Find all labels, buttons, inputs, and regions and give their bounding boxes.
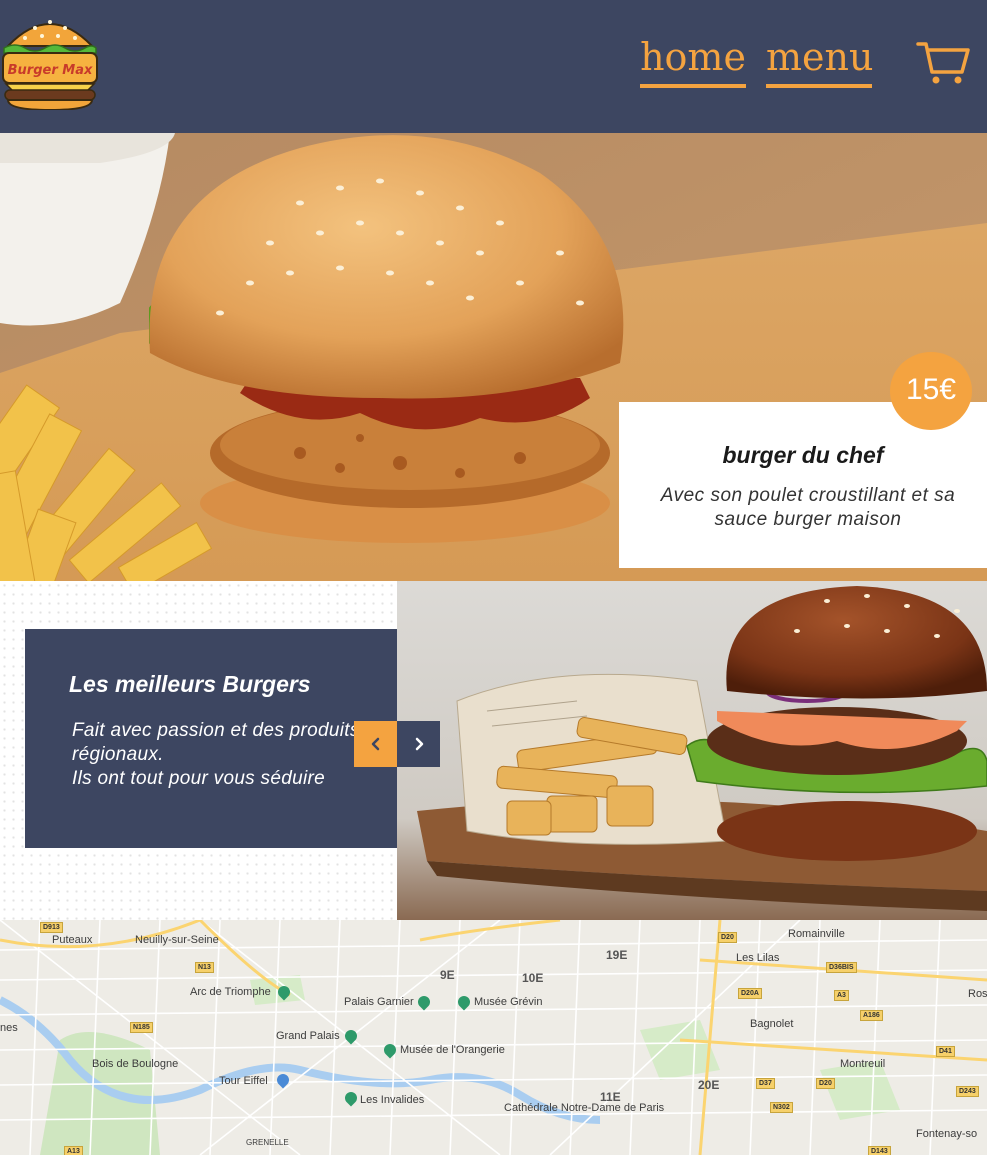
map-place-label: Grand Palais xyxy=(276,1030,340,1042)
road-badge: D243 xyxy=(956,1086,979,1097)
logo-text: Burger Max xyxy=(8,63,93,78)
map-place-label: Romainville xyxy=(788,928,845,940)
nav-home-link[interactable]: home xyxy=(640,34,746,88)
district-label: 11E xyxy=(600,1090,621,1104)
road-badge: D36BIS xyxy=(826,962,857,973)
road-badge: A186 xyxy=(860,1010,883,1021)
district-label: 10E xyxy=(522,971,544,985)
feature-title: Les meilleurs Burgers xyxy=(69,671,311,697)
road-badge: N185 xyxy=(130,1022,153,1033)
road-badge: A3 xyxy=(834,990,849,1001)
road-badge: D20A xyxy=(738,988,762,999)
road-badge: D20 xyxy=(816,1078,835,1089)
map-place-label: Les Lilas xyxy=(736,952,780,964)
road-badge: D37 xyxy=(756,1078,775,1089)
price-badge: 15€ xyxy=(890,352,972,430)
burger-max-logo[interactable]: Burger Max xyxy=(0,6,100,112)
product-title: burger du chef xyxy=(722,442,884,468)
map-place-label: Bois de Boulogne xyxy=(92,1058,179,1070)
map-place-label: Musée de l'Orangerie xyxy=(400,1044,505,1056)
map-place-label: Ros xyxy=(968,988,987,1000)
road-badge: D41 xyxy=(936,1046,955,1057)
map-place-label: Neuilly-sur-Seine xyxy=(135,934,219,946)
map-place-label: Musée Grévin xyxy=(474,996,543,1008)
road-badge: D20 xyxy=(718,932,737,943)
feature-line-1: Fait avec passion et des produits région… xyxy=(72,720,360,765)
map-place-label: Montreuil xyxy=(840,1058,886,1070)
feature-section: Les meilleurs Burgers Fait avec passion … xyxy=(0,581,987,920)
map-place-label: Tour Eiffel xyxy=(219,1075,268,1087)
chevron-right-icon xyxy=(415,737,423,751)
road-badge: D913 xyxy=(40,922,63,933)
carousel-prev-button[interactable] xyxy=(354,721,397,767)
road-badge: A13 xyxy=(64,1146,83,1155)
location-map[interactable]: Puteaux Neuilly-sur-Seine Arc de Triomph… xyxy=(0,920,987,1155)
feature-text-box: Les meilleurs Burgers Fait avec passion … xyxy=(25,629,397,848)
map-place-label: nes xyxy=(0,1022,18,1034)
district-label: 20E xyxy=(698,1078,720,1092)
cart-icon[interactable] xyxy=(916,40,970,86)
nav-menu-link[interactable]: menu xyxy=(766,34,873,88)
feature-description: Fait avec passion et des produits région… xyxy=(72,719,382,791)
carousel-next-button[interactable] xyxy=(397,721,440,767)
map-place-label: Bagnolet xyxy=(750,1018,794,1030)
map-place-label: Arc de Triomphe xyxy=(190,986,271,998)
district-label: 19E xyxy=(606,948,628,962)
map-place-label: Cathédrale Notre-Dame de Paris xyxy=(504,1102,665,1114)
map-place-label: Puteaux xyxy=(52,934,93,946)
burger-logo-icon: Burger Max xyxy=(2,20,98,112)
district-label: 9E xyxy=(440,968,455,982)
map-roads xyxy=(0,920,987,1155)
hero-banner: burger du chef Avec son poulet croustill… xyxy=(0,133,987,581)
burger-fries-photo xyxy=(397,581,987,920)
road-badge: N13 xyxy=(195,962,214,973)
product-description: Avec son poulet croustillant et sa sauce… xyxy=(660,485,956,530)
feature-line-2: Ils ont tout pour vous séduire xyxy=(72,768,325,789)
chevron-left-icon xyxy=(371,737,379,751)
road-badge: N302 xyxy=(770,1102,793,1113)
map-place-label: Palais Garnier xyxy=(344,996,414,1008)
site-header: Burger Max home menu xyxy=(0,0,987,133)
map-place-label: Les Invalides xyxy=(360,1094,425,1106)
map-place-label: Fontenay-so xyxy=(916,1128,978,1140)
map-place-label: GRENELLE xyxy=(246,1138,289,1147)
road-badge: D143 xyxy=(868,1146,891,1155)
